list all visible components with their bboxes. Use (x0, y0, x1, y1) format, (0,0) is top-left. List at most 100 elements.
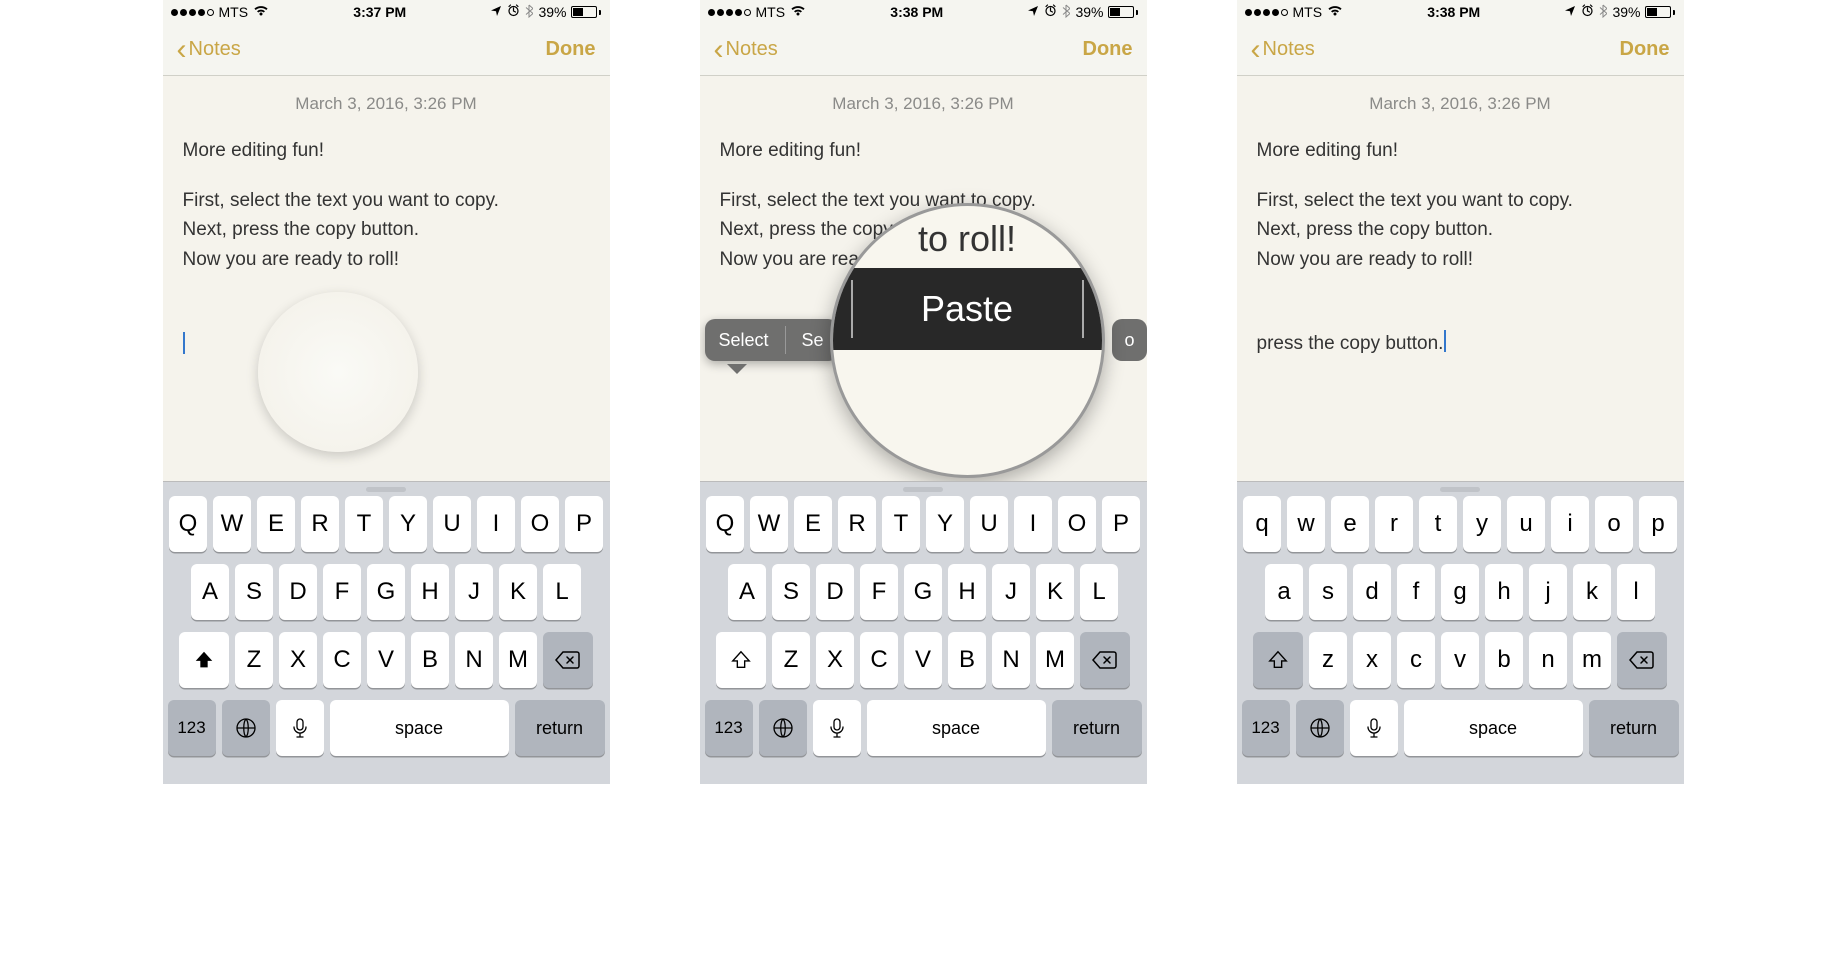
key-c[interactable]: c (1397, 632, 1435, 688)
key-i[interactable]: i (1551, 496, 1589, 552)
key-p[interactable]: P (1102, 496, 1140, 552)
key-f[interactable]: F (323, 564, 361, 620)
backspace-key[interactable] (1080, 632, 1130, 688)
back-button[interactable]: ‹ Notes (714, 35, 778, 65)
key-v[interactable]: V (367, 632, 405, 688)
key-r[interactable]: R (301, 496, 339, 552)
key-c[interactable]: C (860, 632, 898, 688)
shift-key[interactable] (716, 632, 766, 688)
key-m[interactable]: M (1036, 632, 1074, 688)
key-y[interactable]: Y (926, 496, 964, 552)
key-j[interactable]: J (455, 564, 493, 620)
key-f[interactable]: F (860, 564, 898, 620)
key-b[interactable]: B (948, 632, 986, 688)
space-key[interactable]: space (1404, 700, 1583, 756)
key-m[interactable]: M (499, 632, 537, 688)
key-b[interactable]: B (411, 632, 449, 688)
globe-key[interactable] (759, 700, 807, 756)
return-key[interactable]: return (1052, 700, 1142, 756)
numbers-key[interactable]: 123 (1242, 700, 1290, 756)
key-l[interactable]: L (543, 564, 581, 620)
key-o[interactable]: O (521, 496, 559, 552)
key-p[interactable]: p (1639, 496, 1677, 552)
key-o[interactable]: o (1595, 496, 1633, 552)
key-w[interactable]: W (213, 496, 251, 552)
numbers-key[interactable]: 123 (705, 700, 753, 756)
keyboard-handle[interactable] (700, 482, 1147, 496)
key-r[interactable]: R (838, 496, 876, 552)
numbers-key[interactable]: 123 (168, 700, 216, 756)
key-t[interactable]: t (1419, 496, 1457, 552)
key-g[interactable]: G (904, 564, 942, 620)
key-t[interactable]: T (345, 496, 383, 552)
key-a[interactable]: a (1265, 564, 1303, 620)
key-x[interactable]: X (279, 632, 317, 688)
done-button[interactable]: Done (546, 38, 596, 61)
key-k[interactable]: K (499, 564, 537, 620)
key-d[interactable]: D (816, 564, 854, 620)
key-j[interactable]: j (1529, 564, 1567, 620)
key-l[interactable]: l (1617, 564, 1655, 620)
key-e[interactable]: E (257, 496, 295, 552)
key-i[interactable]: I (1014, 496, 1052, 552)
key-u[interactable]: u (1507, 496, 1545, 552)
key-l[interactable]: L (1080, 564, 1118, 620)
done-button[interactable]: Done (1083, 38, 1133, 61)
key-h[interactable]: H (948, 564, 986, 620)
key-g[interactable]: G (367, 564, 405, 620)
key-z[interactable]: Z (772, 632, 810, 688)
shift-key[interactable] (1253, 632, 1303, 688)
key-h[interactable]: H (411, 564, 449, 620)
context-menu-right[interactable]: o (1112, 319, 1146, 361)
done-button[interactable]: Done (1620, 38, 1670, 61)
key-p[interactable]: P (565, 496, 603, 552)
key-b[interactable]: b (1485, 632, 1523, 688)
key-z[interactable]: z (1309, 632, 1347, 688)
globe-key[interactable] (1296, 700, 1344, 756)
key-v[interactable]: v (1441, 632, 1479, 688)
key-c[interactable]: C (323, 632, 361, 688)
key-s[interactable]: S (772, 564, 810, 620)
keyboard-handle[interactable] (1237, 482, 1684, 496)
key-o[interactable]: O (1058, 496, 1096, 552)
key-s[interactable]: S (235, 564, 273, 620)
ctx-selectall[interactable]: Se (802, 330, 824, 351)
note-content[interactable]: March 3, 2016, 3:26 PM More editing fun!… (163, 76, 610, 481)
paste-popup[interactable]: Paste (831, 268, 1104, 350)
key-a[interactable]: A (191, 564, 229, 620)
key-r[interactable]: r (1375, 496, 1413, 552)
key-x[interactable]: x (1353, 632, 1391, 688)
back-button[interactable]: ‹ Notes (1251, 35, 1315, 65)
back-button[interactable]: ‹ Notes (177, 35, 241, 65)
key-e[interactable]: e (1331, 496, 1369, 552)
key-f[interactable]: f (1397, 564, 1435, 620)
return-key[interactable]: return (1589, 700, 1679, 756)
key-k[interactable]: K (1036, 564, 1074, 620)
key-j[interactable]: J (992, 564, 1030, 620)
key-q[interactable]: Q (706, 496, 744, 552)
key-s[interactable]: s (1309, 564, 1347, 620)
ctx-select[interactable]: Select (719, 330, 769, 351)
key-u[interactable]: U (433, 496, 471, 552)
key-u[interactable]: U (970, 496, 1008, 552)
key-w[interactable]: w (1287, 496, 1325, 552)
mic-key[interactable] (276, 700, 324, 756)
key-e[interactable]: E (794, 496, 832, 552)
shift-key[interactable] (179, 632, 229, 688)
key-h[interactable]: h (1485, 564, 1523, 620)
key-n[interactable]: N (455, 632, 493, 688)
key-m[interactable]: m (1573, 632, 1611, 688)
key-x[interactable]: X (816, 632, 854, 688)
keyboard-handle[interactable] (163, 482, 610, 496)
key-k[interactable]: k (1573, 564, 1611, 620)
key-z[interactable]: Z (235, 632, 273, 688)
backspace-key[interactable] (1617, 632, 1667, 688)
key-y[interactable]: Y (389, 496, 427, 552)
mic-key[interactable] (1350, 700, 1398, 756)
key-n[interactable]: n (1529, 632, 1567, 688)
key-w[interactable]: W (750, 496, 788, 552)
key-i[interactable]: I (477, 496, 515, 552)
key-n[interactable]: N (992, 632, 1030, 688)
space-key[interactable]: space (330, 700, 509, 756)
return-key[interactable]: return (515, 700, 605, 756)
